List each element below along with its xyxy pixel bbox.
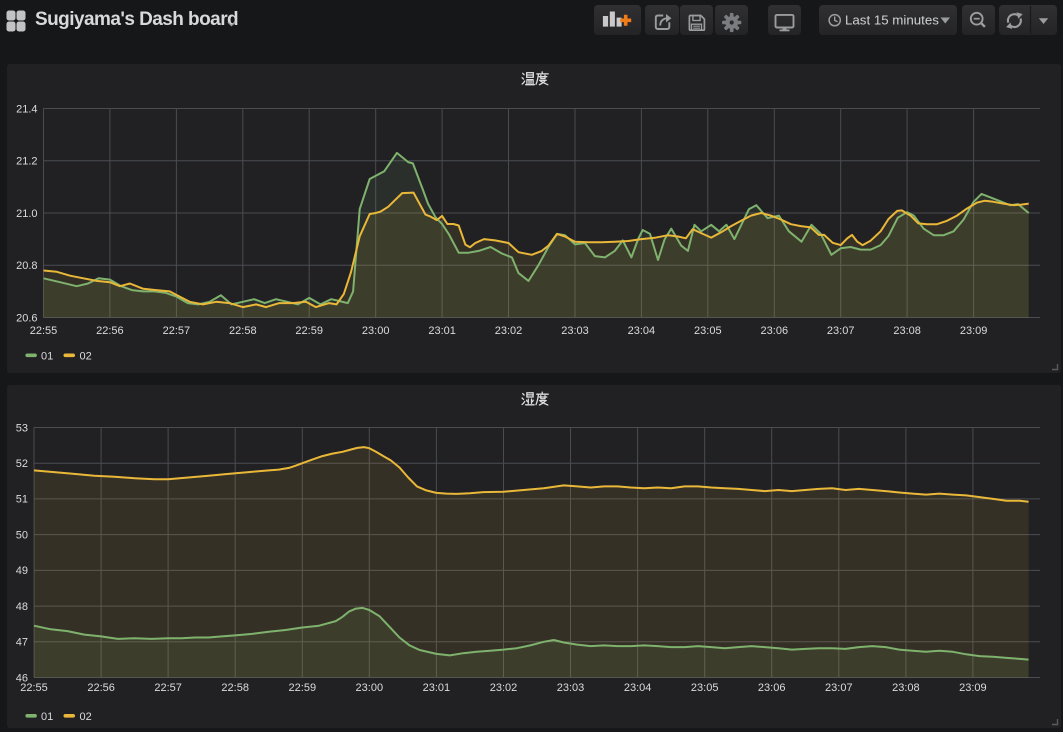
svg-text:21.0: 21.0 xyxy=(16,208,37,220)
svg-text:50: 50 xyxy=(16,529,28,541)
svg-text:23:09: 23:09 xyxy=(960,325,988,337)
svg-text:51: 51 xyxy=(16,494,28,506)
svg-text:01: 01 xyxy=(41,711,53,723)
svg-text:53: 53 xyxy=(16,422,28,434)
svg-text:48: 48 xyxy=(16,601,28,613)
svg-text:23:06: 23:06 xyxy=(761,325,789,337)
svg-text:22:55: 22:55 xyxy=(20,682,48,694)
svg-text:22:58: 22:58 xyxy=(229,325,257,337)
svg-text:23:01: 23:01 xyxy=(423,682,451,694)
svg-text:23:02: 23:02 xyxy=(495,325,523,337)
svg-text:22:58: 22:58 xyxy=(221,682,249,694)
svg-text:47: 47 xyxy=(16,637,28,649)
svg-text:23:00: 23:00 xyxy=(356,682,384,694)
svg-text:20.6: 20.6 xyxy=(16,312,37,324)
svg-text:Last 15 minutes: Last 15 minutes xyxy=(845,12,939,27)
svg-text:23:05: 23:05 xyxy=(694,325,722,337)
svg-text:22:56: 22:56 xyxy=(96,325,124,337)
svg-text:22:55: 22:55 xyxy=(30,325,58,337)
svg-text:23:08: 23:08 xyxy=(893,325,921,337)
svg-text:23:03: 23:03 xyxy=(561,325,589,337)
svg-text:22:59: 22:59 xyxy=(289,682,317,694)
svg-text:23:00: 23:00 xyxy=(362,325,390,337)
svg-text:02: 02 xyxy=(80,711,92,723)
svg-text:23:03: 23:03 xyxy=(557,682,585,694)
svg-text:02: 02 xyxy=(80,351,92,363)
svg-text:01: 01 xyxy=(41,351,53,363)
svg-text:23:07: 23:07 xyxy=(827,325,855,337)
svg-text:52: 52 xyxy=(16,458,28,470)
svg-text:23:08: 23:08 xyxy=(892,682,920,694)
svg-text:23:04: 23:04 xyxy=(628,325,656,337)
svg-text:49: 49 xyxy=(16,565,28,577)
svg-text:23:06: 23:06 xyxy=(758,682,786,694)
svg-text:21.4: 21.4 xyxy=(16,103,37,115)
svg-text:23:02: 23:02 xyxy=(490,682,518,694)
svg-text:23:07: 23:07 xyxy=(825,682,853,694)
svg-text:22:57: 22:57 xyxy=(154,682,182,694)
svg-text:22:59: 22:59 xyxy=(295,325,323,337)
svg-text:21.2: 21.2 xyxy=(16,156,37,168)
svg-text:20.8: 20.8 xyxy=(16,260,37,272)
svg-text:22:56: 22:56 xyxy=(87,682,115,694)
svg-text:23:09: 23:09 xyxy=(959,682,987,694)
svg-text:23:05: 23:05 xyxy=(691,682,719,694)
svg-text:22:57: 22:57 xyxy=(163,325,191,337)
svg-text:23:04: 23:04 xyxy=(624,682,652,694)
svg-text:23:01: 23:01 xyxy=(428,325,456,337)
